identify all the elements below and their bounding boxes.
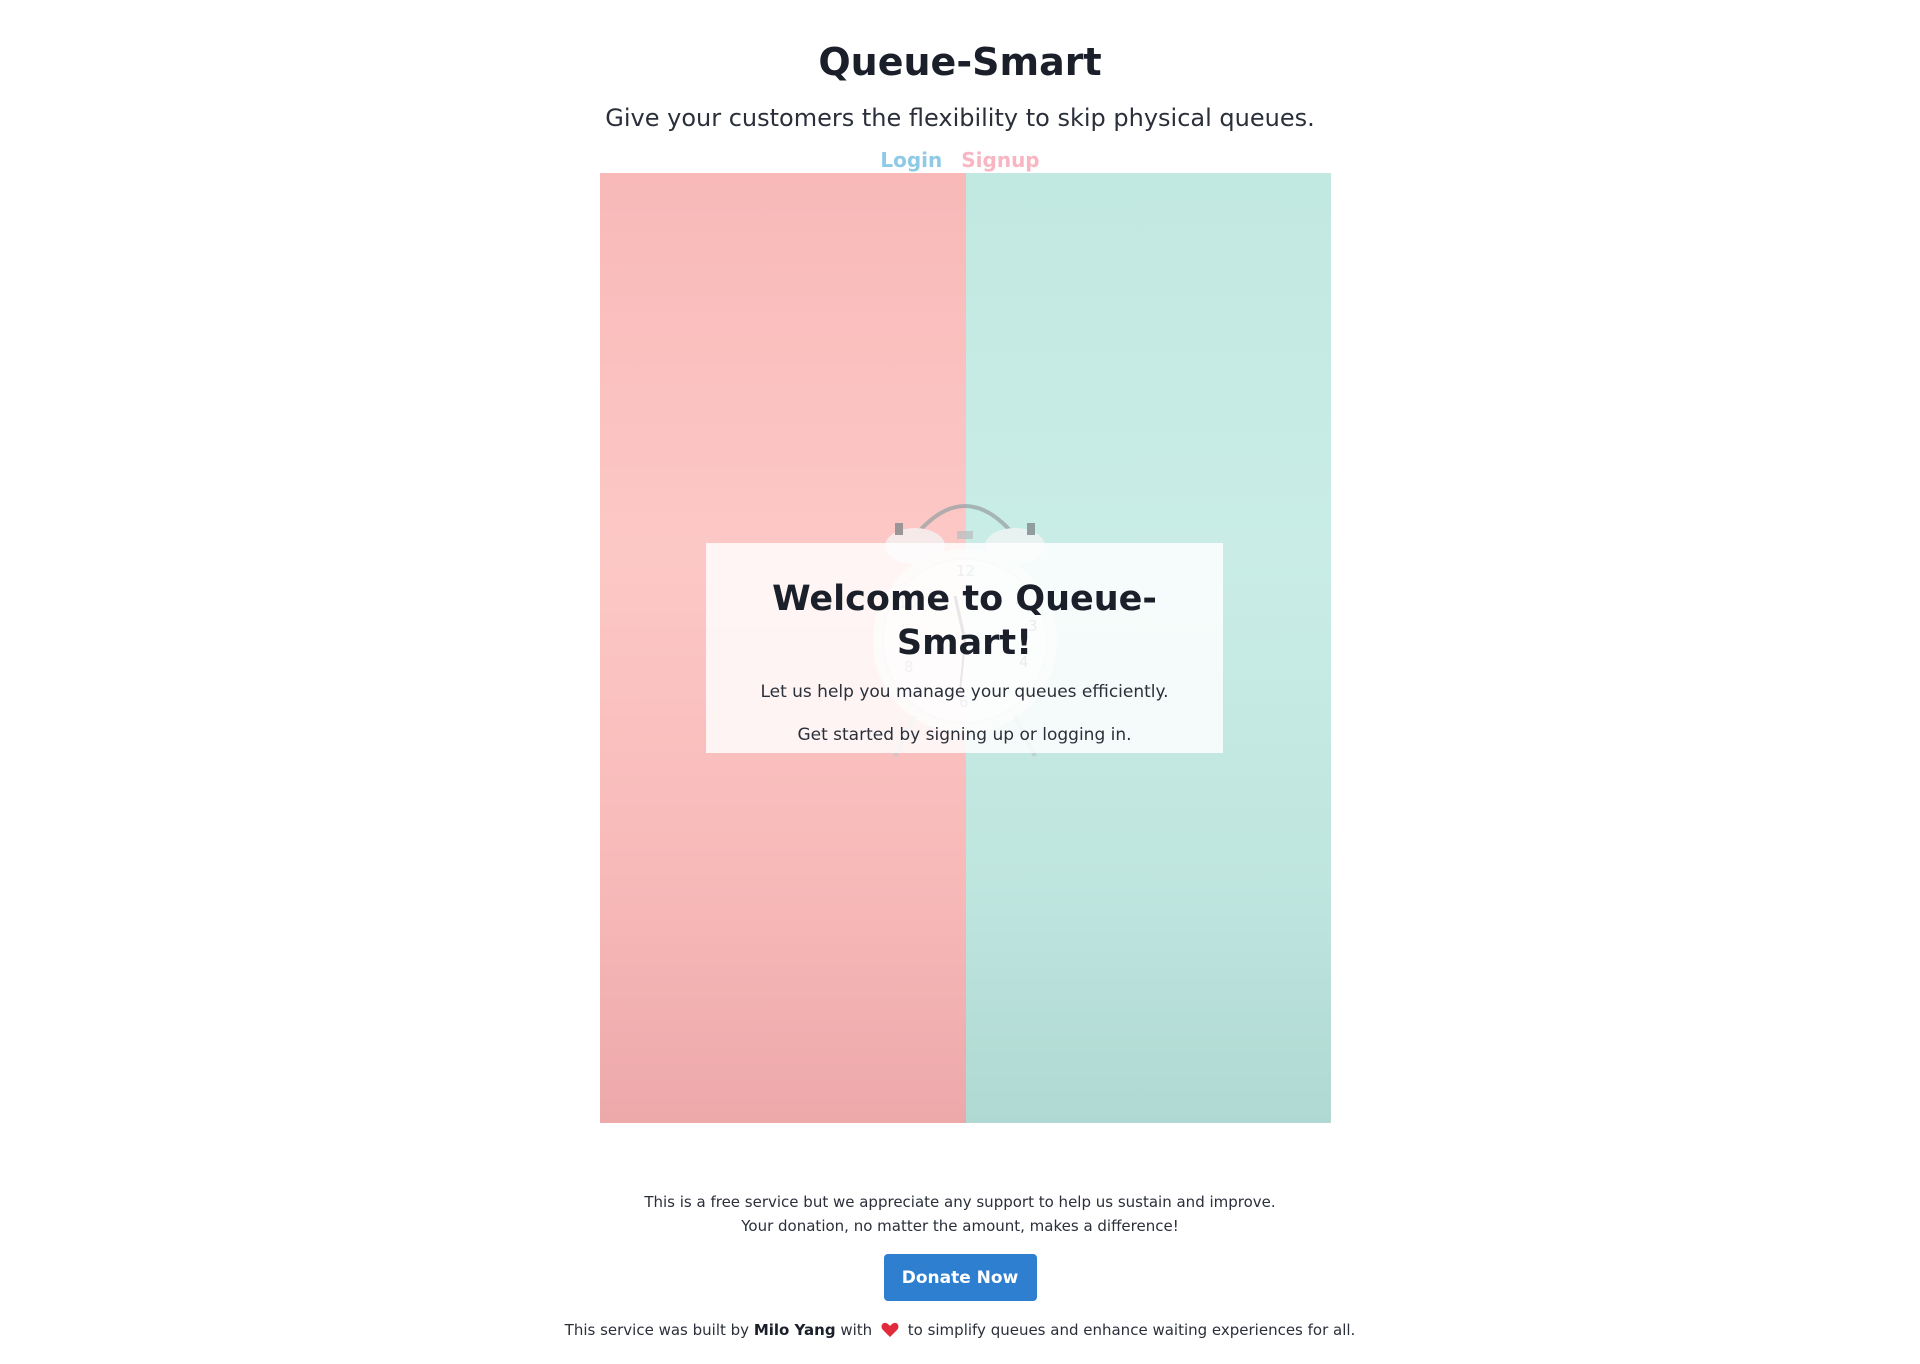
support-text: This is a free service but we appreciate… — [0, 1190, 1920, 1238]
credit-prefix: This service was built by — [564, 1321, 750, 1339]
signup-link[interactable]: Signup — [961, 148, 1039, 172]
welcome-description: Let us help you manage your queues effic… — [760, 682, 1169, 702]
author-name: Milo Yang — [753, 1321, 836, 1339]
welcome-cta-text: Get started by signing up or logging in. — [797, 725, 1132, 745]
credit-suffix: to simplify queues and enhance waiting e… — [907, 1321, 1356, 1339]
welcome-title: Welcome to Queue-Smart! — [772, 579, 1157, 663]
header: Queue-Smart Give your customers the flex… — [0, 0, 1920, 172]
tagline: Give your customers the flexibility to s… — [605, 104, 1315, 132]
login-link[interactable]: Login — [880, 148, 942, 172]
credit-with: with — [840, 1321, 873, 1339]
welcome-card: Welcome to Queue-Smart! Let us help you … — [706, 543, 1223, 753]
heart-icon — [881, 1322, 899, 1337]
support-line-2: Your donation, no matter the amount, mak… — [741, 1217, 1179, 1235]
donate-button[interactable]: Donate Now — [883, 1254, 1037, 1301]
page: Queue-Smart Give your customers the flex… — [0, 0, 1920, 1364]
page-title: Queue-Smart — [818, 40, 1102, 84]
hero-image: 12 2 3 4 10 8 6 Welcome to Queue-Smart! … — [600, 173, 1331, 1123]
footer: This is a free service but we appreciate… — [0, 1190, 1920, 1341]
credit-line: This service was built by Milo Yang with… — [0, 1319, 1920, 1341]
support-line-1: This is a free service but we appreciate… — [644, 1193, 1276, 1211]
auth-links: Login Signup — [0, 148, 1920, 172]
